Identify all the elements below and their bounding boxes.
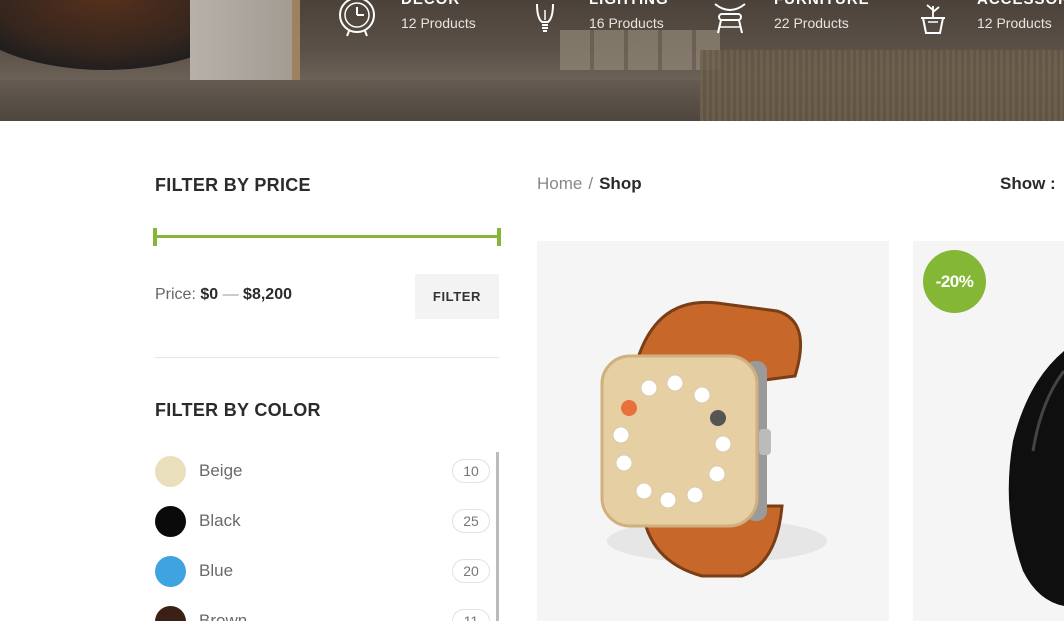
category-decor[interactable]: DECOR 12 Products bbox=[337, 0, 476, 40]
filter-button[interactable]: FILTER bbox=[415, 274, 499, 319]
clock-icon bbox=[339, 0, 375, 37]
color-item-beige[interactable]: Beige 10 bbox=[155, 455, 490, 487]
product-image-watch[interactable] bbox=[537, 241, 889, 621]
breadcrumb: Home / Shop bbox=[537, 174, 642, 194]
category-count: 12 Products bbox=[401, 15, 476, 31]
sale-badge: -20% bbox=[923, 250, 986, 313]
category-lighting[interactable]: LIGHTING 16 Products bbox=[525, 0, 669, 40]
color-count-badge: 20 bbox=[452, 559, 490, 583]
show-per-page-label: Show : bbox=[1000, 174, 1056, 193]
category-furniture[interactable]: FURNITURE 22 Products bbox=[710, 0, 870, 40]
color-name: Blue bbox=[199, 561, 234, 580]
slider-track[interactable] bbox=[155, 235, 499, 238]
color-filter-list: Beige 10 Black 25 Blue 20 Brown 11 bbox=[155, 452, 499, 621]
chair-icon bbox=[714, 3, 746, 34]
color-swatch bbox=[155, 455, 186, 487]
slider-min-handle[interactable] bbox=[153, 228, 157, 246]
color-item-brown[interactable]: Brown 11 bbox=[155, 605, 490, 621]
category-title: ACCESSORIES bbox=[977, 0, 1064, 8]
breadcrumb-separator: / bbox=[588, 174, 594, 193]
hero-banner: DECOR 12 Products LIGHTING 16 Products F… bbox=[0, 0, 1064, 121]
price-filter-title: FILTER BY PRICE bbox=[155, 175, 311, 195]
divider bbox=[155, 357, 499, 358]
color-name: Beige bbox=[199, 461, 243, 480]
color-count-badge: 10 bbox=[452, 459, 490, 483]
price-range-label: Price: $0 — $8,200 bbox=[155, 286, 292, 304]
price-min: $0 bbox=[200, 286, 219, 303]
category-accessories[interactable]: ACCESSORIES 12 Products bbox=[913, 0, 1064, 40]
color-swatch bbox=[155, 605, 186, 621]
breadcrumb-current: Shop bbox=[599, 174, 642, 193]
color-swatch bbox=[155, 555, 186, 587]
breadcrumb-home[interactable]: Home bbox=[537, 174, 582, 194]
price-range-slider[interactable] bbox=[153, 228, 501, 246]
category-title: DECOR bbox=[401, 0, 476, 8]
color-swatch bbox=[155, 505, 186, 537]
color-count-badge: 11 bbox=[452, 609, 490, 621]
category-title: FURNITURE bbox=[774, 0, 870, 8]
color-count-badge: 25 bbox=[452, 509, 490, 533]
category-title: LIGHTING bbox=[589, 0, 669, 8]
color-name: Black bbox=[199, 511, 241, 530]
category-count: 22 Products bbox=[774, 15, 849, 31]
color-item-black[interactable]: Black 25 bbox=[155, 505, 490, 537]
slider-max-handle[interactable] bbox=[497, 228, 501, 246]
scrollbar[interactable] bbox=[496, 452, 499, 621]
product-card-watch[interactable] bbox=[537, 241, 889, 621]
color-item-blue[interactable]: Blue 20 bbox=[155, 555, 490, 587]
color-name: Brown bbox=[199, 611, 248, 621]
color-filter-title: FILTER BY COLOR bbox=[155, 400, 321, 420]
category-count: 12 Products bbox=[977, 15, 1052, 31]
price-separator: — bbox=[218, 286, 244, 303]
price-max: $8,200 bbox=[243, 286, 292, 303]
price-prefix: Price: bbox=[155, 286, 196, 303]
category-count: 16 Products bbox=[589, 15, 664, 31]
plant-pot-icon bbox=[921, 4, 945, 34]
lightbulb-icon bbox=[536, 3, 554, 32]
